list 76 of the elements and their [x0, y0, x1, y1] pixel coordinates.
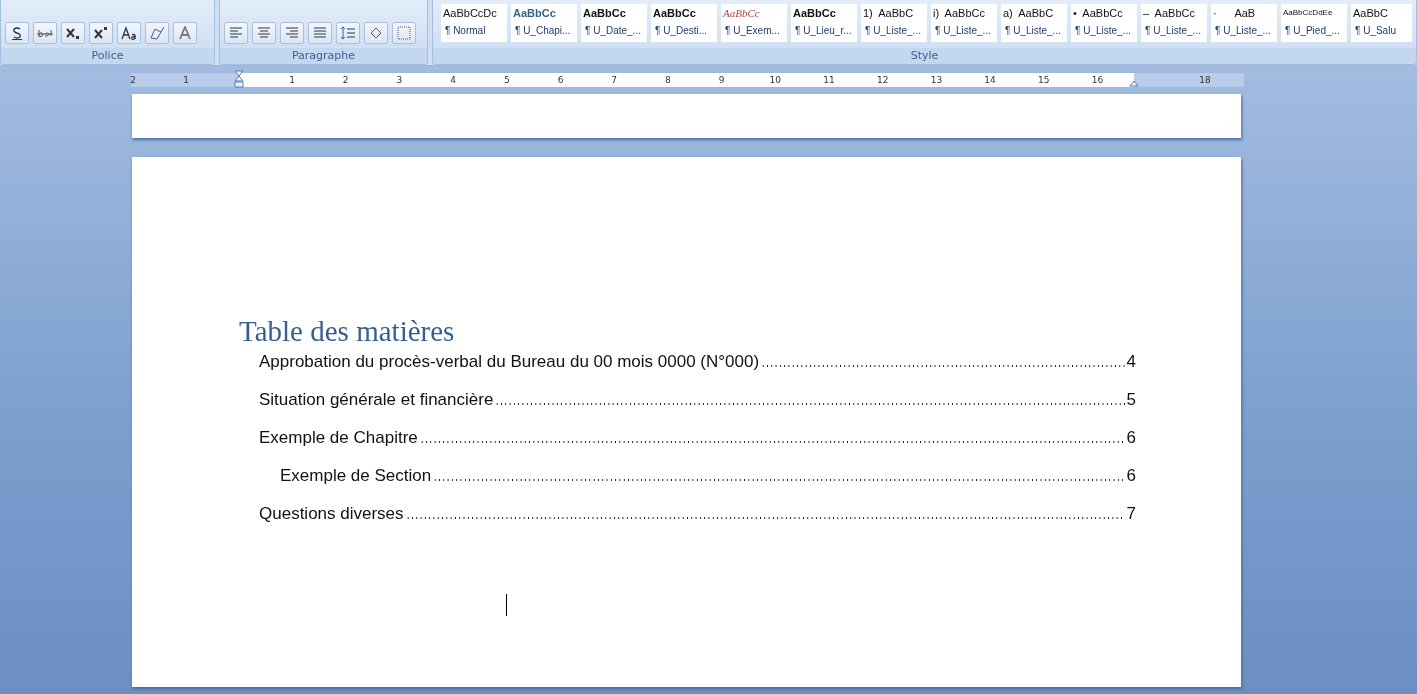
ruler-number: 4: [450, 74, 456, 87]
toc-entry-text: Exemple de Section: [280, 466, 432, 486]
ruler-number: 1: [183, 74, 189, 87]
subscript-icon: [65, 26, 81, 40]
underline-button[interactable]: [5, 22, 29, 44]
ruler-number: 5: [503, 74, 510, 87]
justify-icon: [312, 26, 328, 40]
superscript-button[interactable]: [89, 22, 113, 44]
style-tile[interactable]: a) AaBbC ¶ U_Liste_...: [1001, 4, 1067, 42]
ruler-number: 18: [1199, 74, 1211, 87]
style-tile[interactable]: AaBbCc ¶ U_Chapi...: [511, 4, 577, 42]
style-tile[interactable]: • AaBbCc ¶ U_Liste_...: [1071, 4, 1137, 42]
ruler-number: 2: [342, 74, 349, 87]
page-number: 5: [1126, 390, 1136, 410]
toc-entry-text: Questions diverses: [259, 504, 404, 524]
ruler-number: 8: [665, 74, 671, 87]
group-label: Style: [433, 48, 1416, 64]
toc-entry-text: Exemple de Chapitre: [259, 428, 418, 448]
ruler-number: 2: [130, 74, 136, 87]
style-tile[interactable]: 1) AaBbC ¶ U_Liste_...: [861, 4, 927, 42]
letter-case-icon: [121, 26, 137, 40]
align-center-button[interactable]: [252, 22, 276, 44]
page-number: 7: [1126, 504, 1136, 524]
highlight-button[interactable]: [145, 22, 169, 44]
style-tile[interactable]: AaBbCc ¶ U_Exem...: [721, 4, 787, 42]
line-spacing-button[interactable]: [336, 22, 360, 44]
ruler-number: 15: [1038, 74, 1050, 87]
toc-title: Table des matières: [239, 315, 455, 348]
align-right-icon: [284, 26, 300, 40]
style-tile[interactable]: i) AaBbCc ¶ U_Liste_...: [931, 4, 997, 42]
ruler-number: 14: [984, 74, 996, 87]
ruler-number: 7: [611, 74, 618, 87]
right-indent-marker-icon[interactable]: [1129, 79, 1139, 87]
superscript-icon: [93, 26, 109, 40]
style-tile[interactable]: AaBbC ¶ U_Salu: [1351, 4, 1412, 42]
line-spacing-icon: [340, 26, 356, 40]
align-left-button[interactable]: [224, 22, 248, 44]
toc-entry-text: Situation générale et financière: [259, 390, 494, 410]
border-grid-icon: [396, 26, 412, 40]
subscript-button[interactable]: [61, 22, 85, 44]
font-color-button[interactable]: [173, 22, 197, 44]
strikethrough-button[interactable]: [33, 22, 57, 44]
ruler-number: 9: [718, 74, 725, 87]
page-number: 6: [1126, 466, 1136, 486]
group-label: Paragraphe: [220, 48, 427, 64]
text-cursor: [506, 594, 507, 616]
page-number: 6: [1126, 428, 1136, 448]
style-tile[interactable]: · AaB ¶ U_Liste_...: [1211, 4, 1277, 42]
align-left-icon: [228, 26, 244, 40]
style-tile[interactable]: AaBbCcDc ¶ Normal: [441, 4, 507, 42]
ruler-number: 10: [769, 74, 781, 87]
style-tile[interactable]: AaBbCc ¶ U_Desti...: [651, 4, 717, 42]
change-case-button[interactable]: [117, 22, 141, 44]
group-label: Police: [1, 48, 214, 64]
style-tile[interactable]: AaBbCc ¶ U_Date_...: [581, 4, 647, 42]
ruler-number: 6: [557, 74, 564, 87]
underlined-s-icon: [9, 26, 25, 40]
highlighter-icon: [149, 26, 165, 40]
align-right-button[interactable]: [280, 22, 304, 44]
style-tile[interactable]: AaBbCc ¶ U_Lieu_r...: [791, 4, 857, 42]
align-center-icon: [256, 26, 272, 40]
toc-entry-text: Approbation du procès-verbal du Bureau du 00 mois 0000 (N°000): [259, 352, 760, 372]
page-number: 4: [1126, 352, 1136, 372]
ruler-number: 16: [1091, 74, 1104, 87]
ruler-number: 11: [823, 74, 835, 87]
indent-marker-icon[interactable]: [234, 70, 244, 88]
shading-button[interactable]: [364, 22, 388, 44]
justify-button[interactable]: [308, 22, 332, 44]
ruler-number: 12: [876, 74, 889, 87]
ruler-number: 3: [396, 74, 403, 87]
style-tile[interactable]: AaBbCcDdEe ¶ U_Pied_...: [1281, 4, 1347, 42]
letter-a-icon: [177, 26, 193, 40]
paint-bucket-icon: [368, 26, 384, 40]
ruler-number: 1: [289, 74, 295, 87]
ruler-number: 13: [930, 74, 943, 87]
style-tile[interactable]: – AaBbCc ¶ U_Liste_...: [1141, 4, 1207, 42]
